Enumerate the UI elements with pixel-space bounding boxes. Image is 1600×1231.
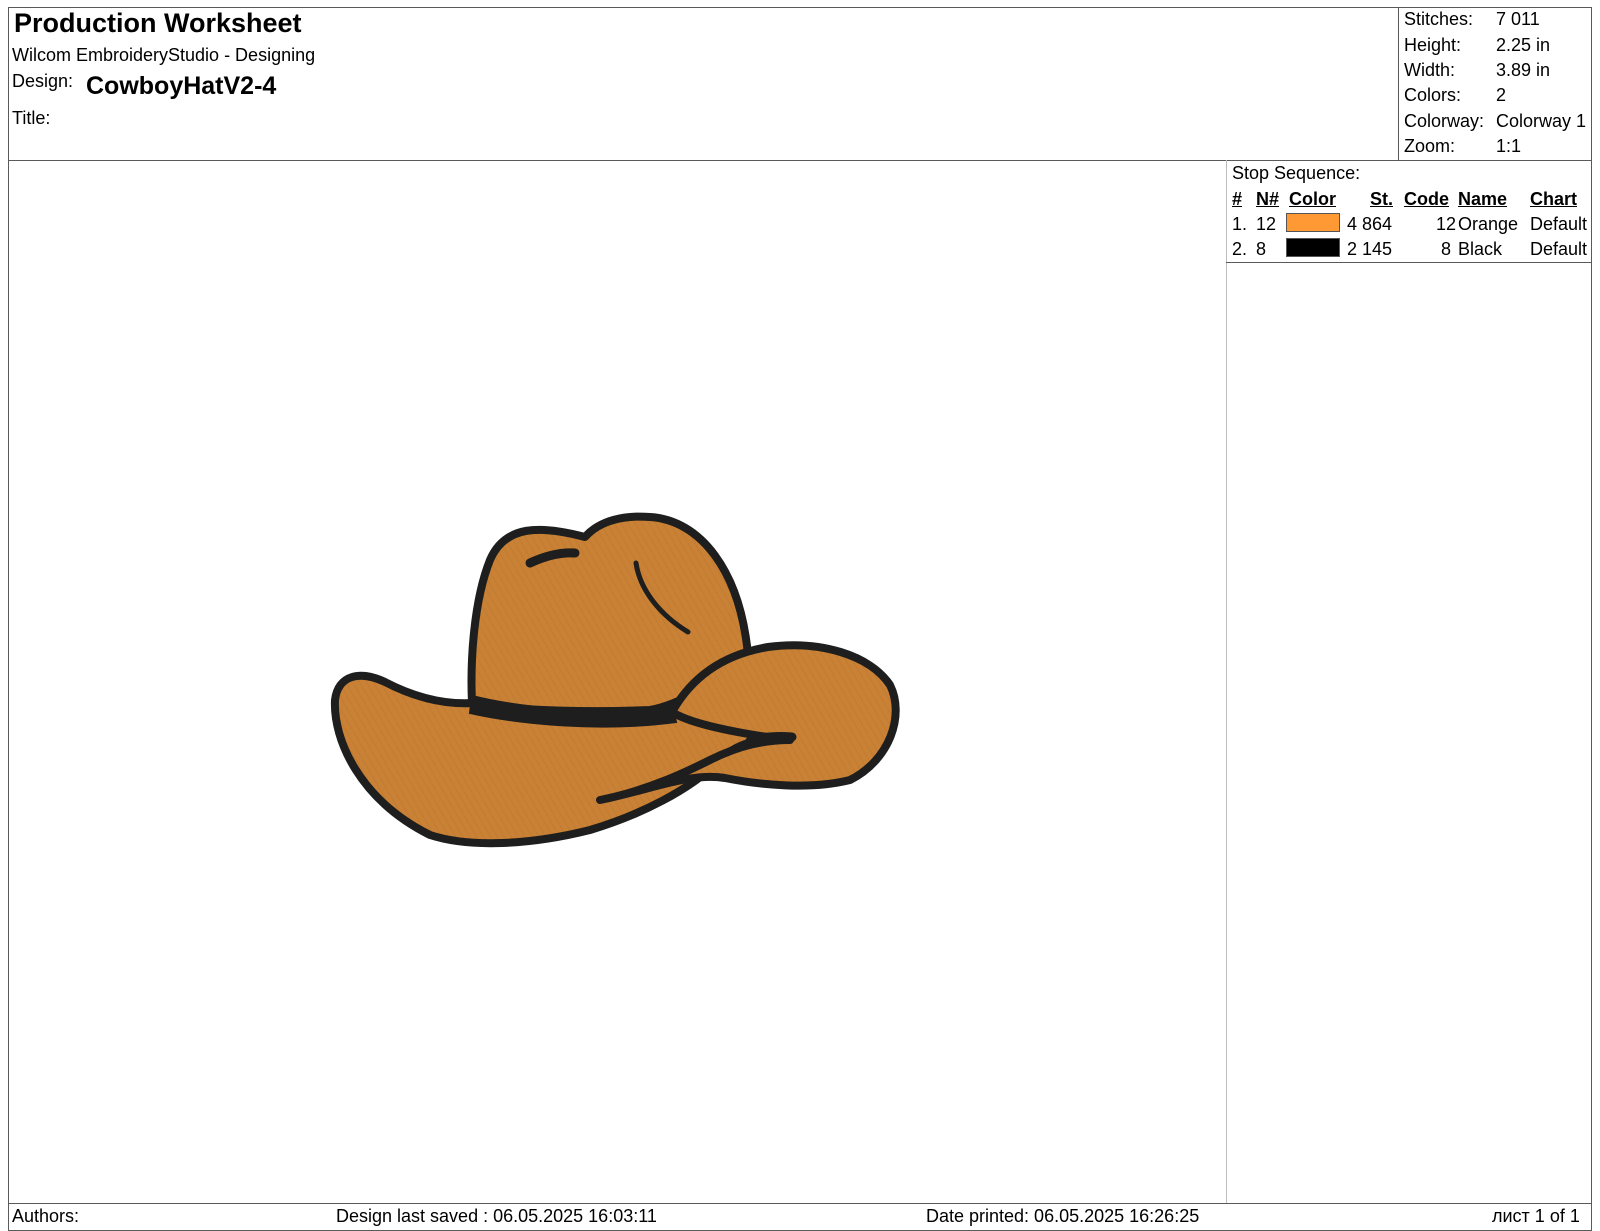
width-label: Width: (1404, 60, 1456, 80)
row-name: Orange (1458, 214, 1519, 234)
color-swatch-black (1286, 238, 1340, 257)
date-printed: Date printed: 06.05.2025 16:26:25 (926, 1206, 1200, 1226)
col-header-stitches: St. (1370, 189, 1394, 209)
design-name: CowboyHatV2-4 (86, 72, 277, 100)
height-label: Height: (1404, 35, 1462, 55)
col-header-chart: Chart (1530, 189, 1578, 209)
colorway-value: Colorway 1 (1496, 111, 1587, 131)
hat-brim-tip (745, 732, 797, 746)
row-chart: Default (1530, 239, 1588, 259)
title-label: Title: (12, 108, 51, 128)
cowboy-hat-icon (330, 512, 900, 848)
page-title: Production Worksheet (14, 8, 302, 38)
row-stitches: 4 864 (1347, 214, 1393, 234)
row-needle: 12 (1256, 214, 1277, 234)
software-subtitle: Wilcom EmbroideryStudio - Designing (12, 45, 316, 65)
row-name: Black (1458, 239, 1503, 259)
last-saved: Design last saved : 06.05.2025 16:03:11 (336, 1206, 657, 1226)
colors-value: 2 (1496, 85, 1507, 105)
col-header-num: # (1232, 189, 1243, 209)
stats-divider (1398, 7, 1399, 161)
stitches-label: Stitches: (1404, 9, 1474, 29)
row-chart: Default (1530, 214, 1588, 234)
page-number: лист 1 of 1 (1492, 1206, 1580, 1226)
authors-label: Authors: (12, 1206, 80, 1226)
col-header-code: Code (1404, 189, 1449, 209)
col-header-needle: N# (1256, 189, 1280, 209)
height-value: 2.25 in (1496, 35, 1551, 55)
col-header-name: Name (1458, 189, 1508, 209)
sidebar-divider (1226, 160, 1227, 1203)
footer-divider (8, 1203, 1592, 1204)
colors-label: Colors: (1404, 85, 1462, 105)
row-num: 2. (1232, 239, 1248, 259)
design-label: Design: (12, 71, 74, 91)
row-needle: 8 (1256, 239, 1267, 259)
row-num: 1. (1232, 214, 1248, 234)
zoom-label: Zoom: (1404, 136, 1456, 156)
stitches-value: 7 011 (1496, 9, 1540, 29)
stop-sequence-title: Stop Sequence: (1232, 163, 1361, 183)
width-value: 3.89 in (1496, 60, 1551, 80)
row-code: 8 (1441, 239, 1452, 259)
row-stitches: 2 145 (1347, 239, 1393, 259)
row-code: 12 (1436, 214, 1457, 234)
colorway-label: Colorway: (1404, 111, 1485, 131)
color-swatch-orange (1286, 213, 1340, 232)
col-header-color: Color (1289, 189, 1336, 209)
zoom-value: 1:1 (1496, 136, 1522, 156)
